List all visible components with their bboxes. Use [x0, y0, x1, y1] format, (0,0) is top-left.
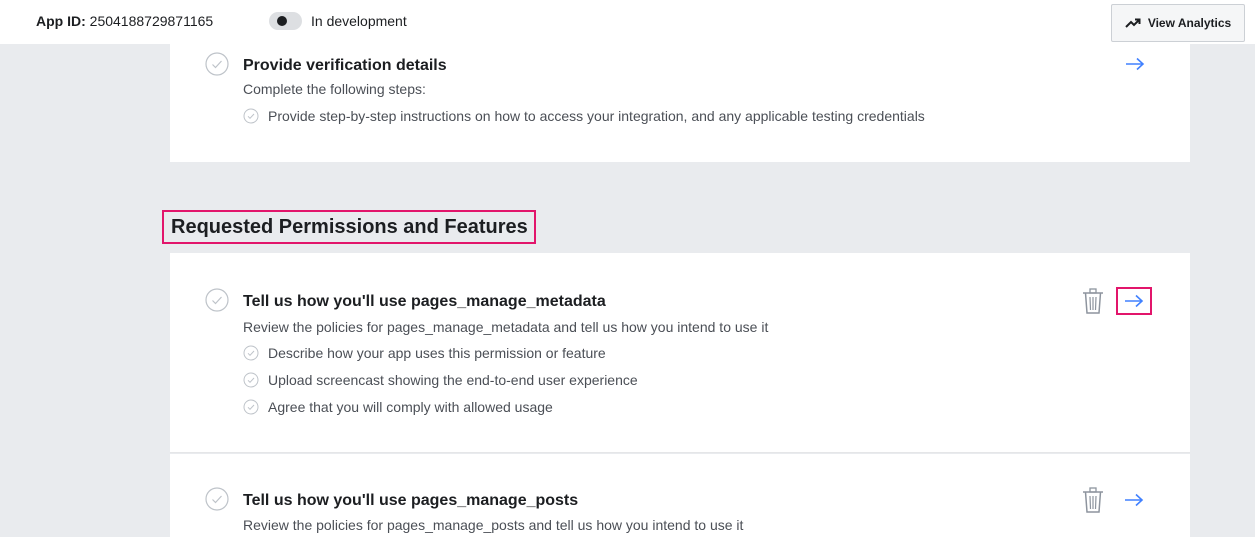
- list-item-label: Upload screencast showing the end-to-end…: [268, 372, 638, 388]
- verification-title: Provide verification details: [243, 57, 447, 74]
- check-circle-icon: [205, 288, 229, 312]
- section-heading: Requested Permissions and Features: [162, 210, 536, 244]
- open-verification-button[interactable]: [1117, 50, 1153, 78]
- permission-title: Tell us how you'll use pages_manage_post…: [243, 492, 579, 509]
- permission-description: Review the policies for pages_manage_pos…: [243, 517, 744, 533]
- trash-icon[interactable]: [1082, 288, 1104, 314]
- app-status-label: In development: [311, 13, 407, 29]
- list-item-label: Agree that you will comply with allowed …: [268, 399, 553, 415]
- open-permission-button[interactable]: [1116, 287, 1152, 315]
- view-analytics-label: View Analytics: [1147, 16, 1232, 30]
- mode-toggle[interactable]: [269, 12, 302, 30]
- permission-card: Tell us how you'll use pages_manage_post…: [170, 454, 1190, 537]
- arrow-right-icon: [1125, 493, 1144, 507]
- list-item-label: Describe how your app uses this permissi…: [268, 345, 606, 361]
- view-analytics-button[interactable]: View Analytics: [1111, 4, 1245, 42]
- list-item: Agree that you will comply with allowed …: [243, 399, 553, 415]
- trash-icon[interactable]: [1082, 487, 1104, 513]
- list-item: Upload screencast showing the end-to-end…: [243, 372, 638, 388]
- verification-description: Complete the following steps:: [243, 81, 426, 97]
- list-item: Provide step-by-step instructions on how…: [243, 108, 925, 124]
- open-permission-button[interactable]: [1116, 486, 1152, 514]
- check-circle-icon: [205, 52, 229, 76]
- app-id-label: App ID:: [36, 13, 86, 29]
- arrow-right-icon: [1125, 294, 1144, 308]
- check-circle-icon: [243, 108, 259, 124]
- check-circle-icon: [243, 372, 259, 388]
- list-item-label: Provide step-by-step instructions on how…: [268, 108, 925, 124]
- permission-card: Tell us how you'll use pages_manage_meta…: [170, 253, 1190, 453]
- app-id-value: 2504188729871165: [89, 13, 214, 29]
- permission-title: Tell us how you'll use pages_manage_meta…: [243, 293, 606, 310]
- arrow-right-icon: [1126, 57, 1145, 71]
- check-circle-icon: [243, 399, 259, 415]
- verification-card: Provide verification details Complete th…: [170, 44, 1190, 162]
- list-item: Describe how your app uses this permissi…: [243, 345, 606, 361]
- check-circle-icon: [243, 345, 259, 361]
- permission-description: Review the policies for pages_manage_met…: [243, 319, 769, 335]
- trend-up-icon: [1125, 18, 1141, 28]
- app-id: App ID: 2504188729871165: [36, 13, 213, 29]
- check-circle-icon: [205, 487, 229, 511]
- toggle-knob: [277, 16, 287, 26]
- top-bar: App ID: 2504188729871165 In development …: [0, 0, 1255, 44]
